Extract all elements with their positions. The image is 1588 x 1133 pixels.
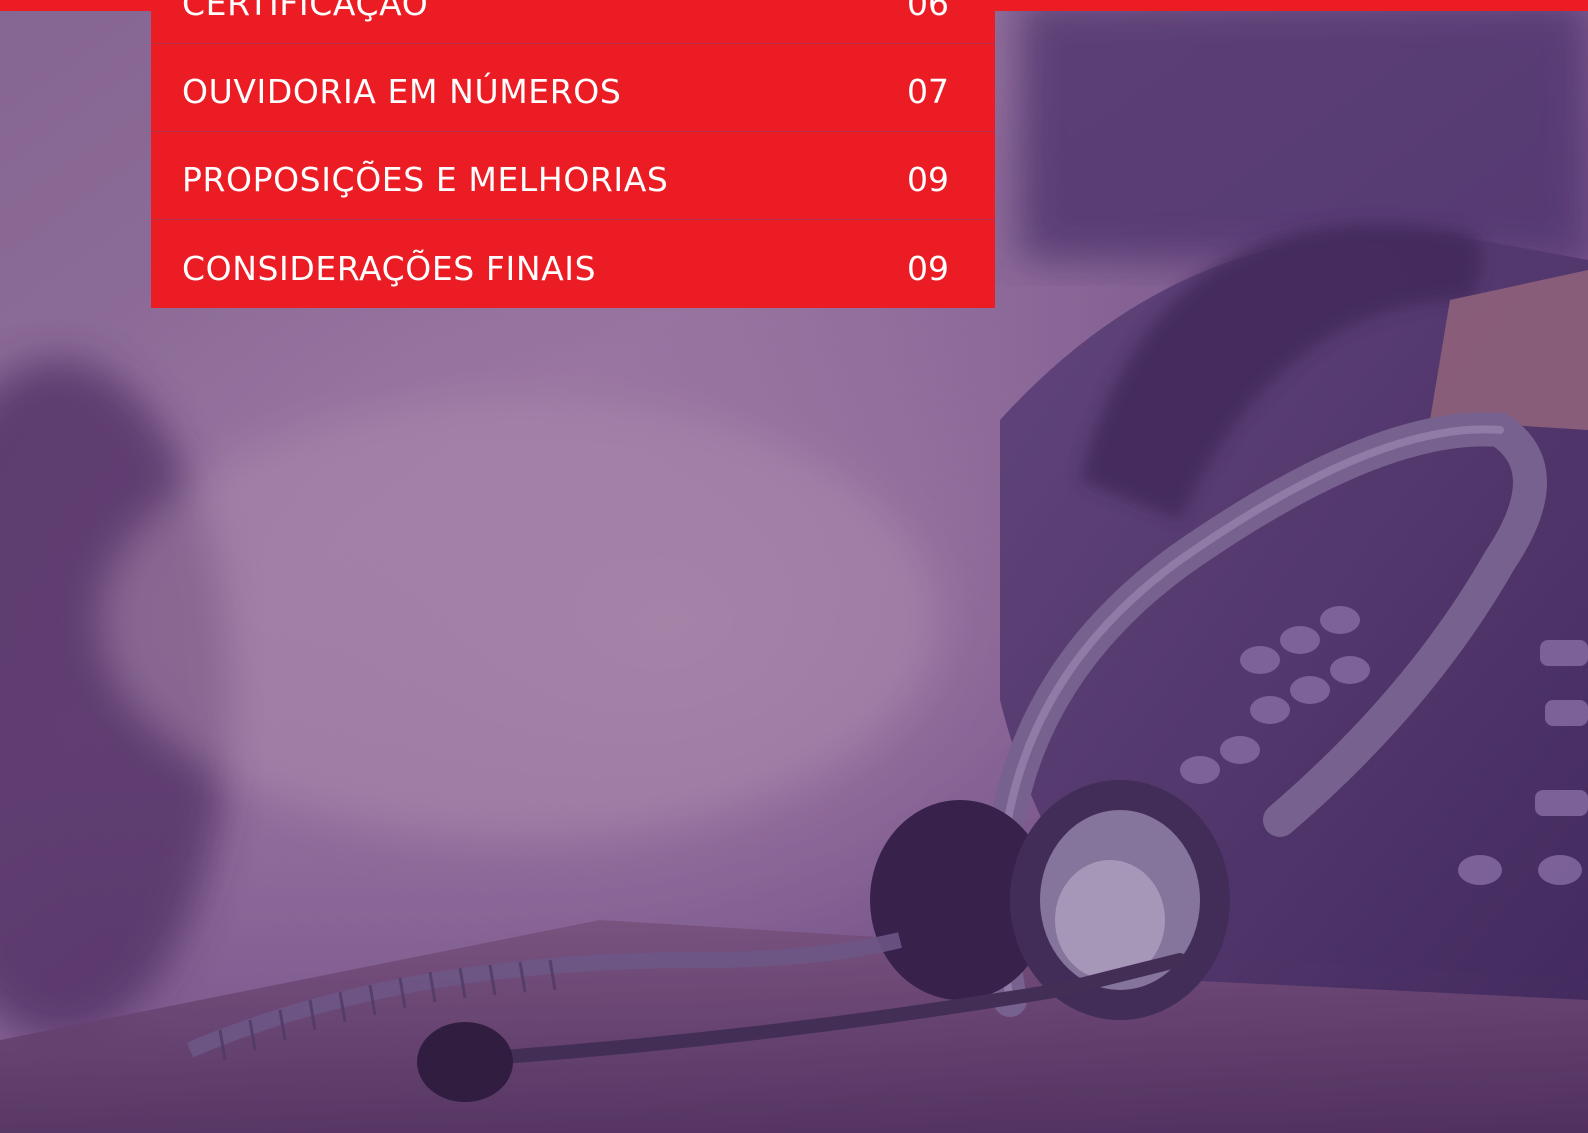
toc-item-title: PROPOSIÇÕES E MELHORIAS (182, 160, 669, 199)
table-of-contents: CERTIFICAÇÃO 06 OUVIDORIA EM NÚMEROS 07 … (151, 0, 995, 308)
toc-item-title: CERTIFICAÇÃO (182, 0, 429, 23)
toc-item-page: 09 (907, 249, 949, 288)
toc-item-title: OUVIDORIA EM NÚMEROS (182, 72, 622, 111)
toc-item-title: CONSIDERAÇÕES FINAIS (182, 249, 597, 288)
toc-item-proposicoes-e-melhorias[interactable]: PROPOSIÇÕES E MELHORIAS 09 (151, 132, 995, 220)
toc-item-certificacao[interactable]: CERTIFICAÇÃO 06 (151, 0, 995, 44)
toc-item-page: 06 (907, 0, 949, 23)
toc-item-ouvidoria-em-numeros[interactable]: OUVIDORIA EM NÚMEROS 07 (151, 44, 995, 132)
toc-item-page: 07 (907, 72, 949, 111)
toc-item-consideracoes-finais[interactable]: CONSIDERAÇÕES FINAIS 09 (151, 220, 995, 308)
toc-item-page: 09 (907, 160, 949, 199)
